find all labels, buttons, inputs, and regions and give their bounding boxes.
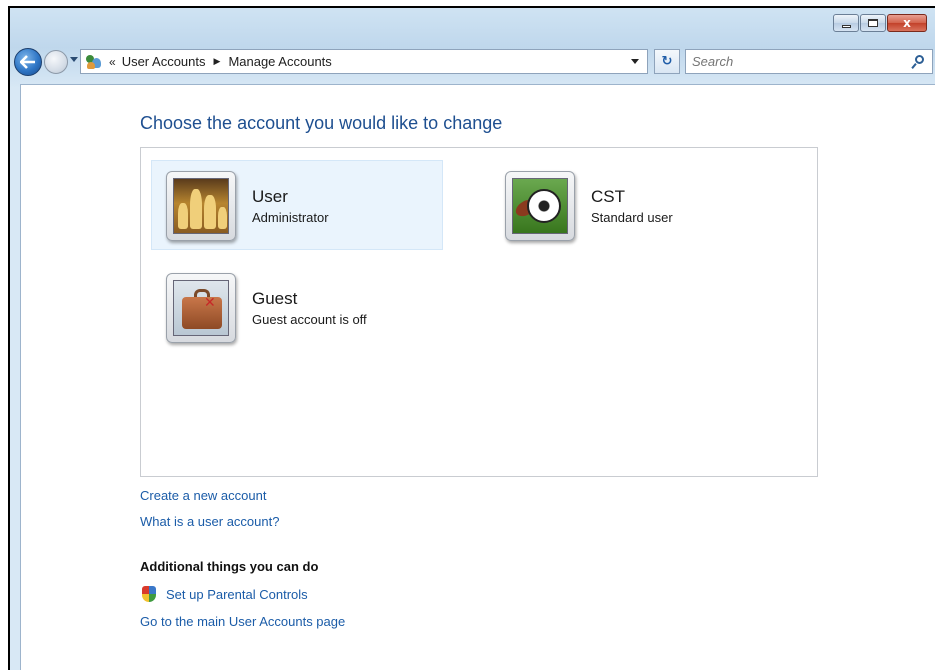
account-name: CST: [591, 187, 625, 206]
suitcase-icon: ✕: [173, 280, 229, 336]
breadcrumb-manage-accounts[interactable]: Manage Accounts: [228, 54, 331, 69]
breadcrumb-separator-icon[interactable]: ▶: [214, 56, 221, 67]
minimize-button[interactable]: [833, 14, 859, 32]
address-dropdown-icon[interactable]: [631, 59, 639, 64]
navigation-bar: « User Accounts ▶ Manage Accounts ↻: [10, 46, 935, 78]
account-tile-guest[interactable]: ✕ Guest Guest account is off: [151, 262, 443, 352]
breadcrumb-overflow-chevron[interactable]: «: [109, 55, 116, 69]
avatar: [505, 171, 575, 241]
search-input[interactable]: [686, 50, 912, 73]
forward-button[interactable]: [44, 50, 68, 74]
user-accounts-icon: [85, 54, 103, 70]
additional-tasks-heading: Additional things you can do: [140, 559, 319, 574]
what-is-user-account-link[interactable]: What is a user account?: [140, 514, 279, 529]
maximize-button[interactable]: [860, 14, 886, 32]
caption-buttons: x: [833, 14, 927, 32]
avatar: ✕: [166, 273, 236, 343]
search-box: [685, 49, 933, 74]
soccer-ball-icon: [512, 178, 568, 234]
back-button[interactable]: [14, 48, 42, 76]
maximize-icon: [868, 19, 878, 27]
recent-pages-dropdown[interactable]: [70, 57, 78, 62]
close-button[interactable]: x: [887, 14, 927, 32]
create-account-link[interactable]: Create a new account: [140, 488, 266, 503]
search-icon[interactable]: [911, 54, 926, 69]
refresh-button[interactable]: ↻: [654, 49, 680, 74]
content-pane: Choose the account you would like to cha…: [20, 84, 935, 670]
avatar: [166, 171, 236, 241]
control-panel-window: x « User Accounts ▶ Manage Accounts ↻ Ch…: [8, 6, 935, 670]
accounts-list: User Administrator CST Standard user ✕ G…: [140, 147, 818, 477]
account-name: User: [252, 187, 288, 206]
shield-icon: [142, 586, 157, 602]
account-type: Standard user: [591, 210, 673, 225]
main-user-accounts-link[interactable]: Go to the main User Accounts page: [140, 614, 345, 629]
chess-icon: [173, 178, 229, 234]
account-tile-user[interactable]: User Administrator: [151, 160, 443, 250]
account-type: Guest account is off: [252, 312, 367, 327]
page-title: Choose the account you would like to cha…: [140, 113, 503, 133]
close-icon: x: [903, 16, 911, 30]
minimize-icon: [841, 24, 851, 28]
back-arrow-icon: [20, 55, 35, 69]
address-bar[interactable]: « User Accounts ▶ Manage Accounts: [80, 49, 648, 74]
refresh-icon: ↻: [661, 54, 673, 69]
breadcrumb-user-accounts[interactable]: User Accounts: [122, 54, 206, 69]
parental-controls-link[interactable]: Set up Parental Controls: [166, 587, 308, 602]
account-tile-cst[interactable]: CST Standard user: [490, 160, 782, 250]
account-type: Administrator: [252, 210, 329, 225]
account-name: Guest: [252, 289, 298, 308]
